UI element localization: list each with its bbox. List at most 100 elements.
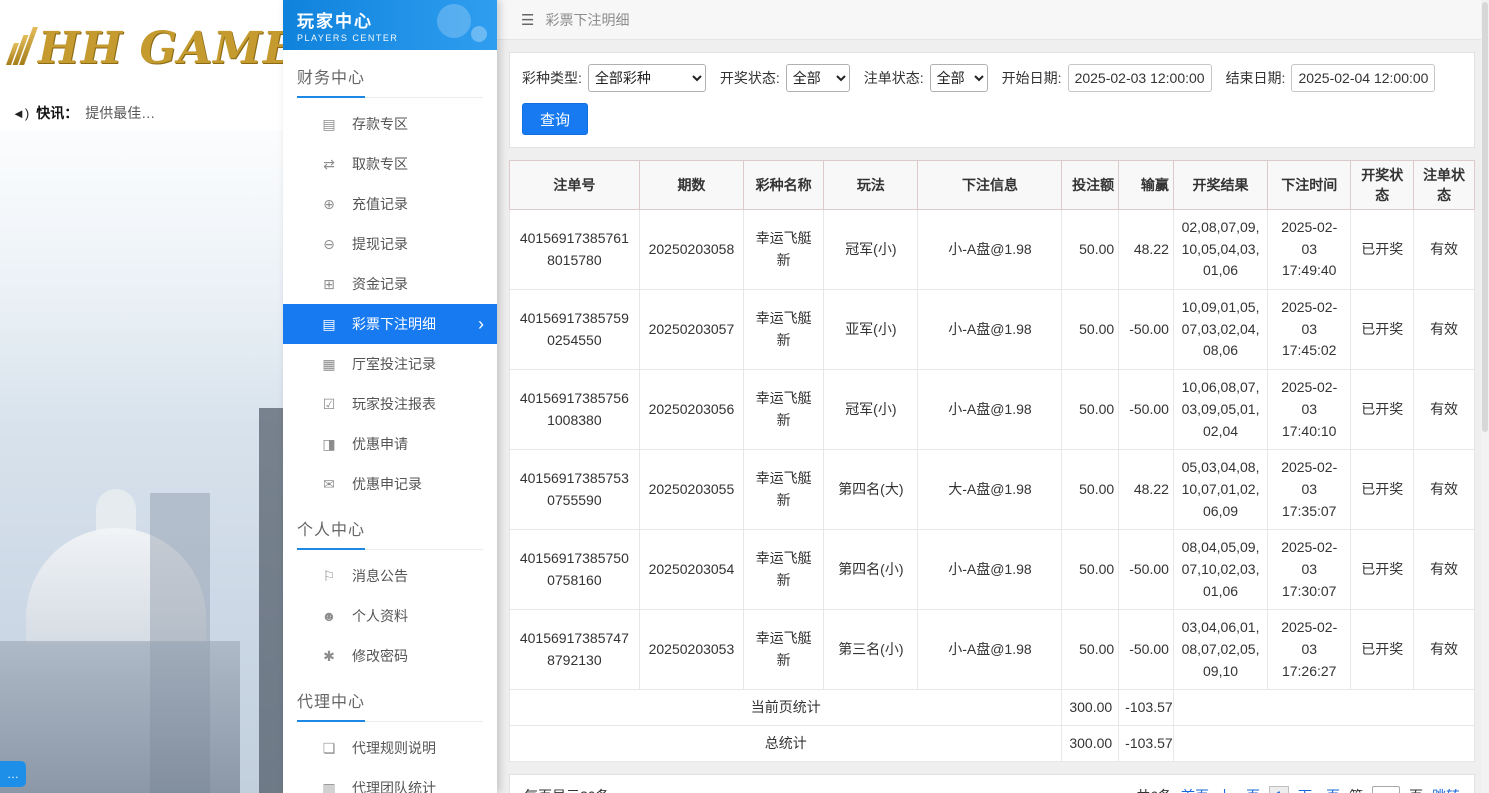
draw-status-label: 开奖状态:	[719, 70, 780, 86]
sidebar-item-label: 优惠申请	[352, 436, 408, 452]
scrollbar-thumb[interactable]	[1482, 2, 1488, 432]
withdraw-icon: ⇄	[323, 155, 335, 172]
table-cell: 50.00	[1061, 369, 1120, 451]
table-cell: 20250203057	[638, 289, 745, 371]
table-cell: 已开奖	[1350, 449, 1415, 531]
sidebar-item-agent-rules[interactable]: ❏ 代理规则说明	[283, 728, 497, 768]
table-cell: 亚军(小)	[823, 289, 919, 371]
sidebar-item-label: 个人资料	[352, 608, 408, 624]
per-page-text: 每页显示20条	[524, 786, 610, 793]
lottery-bet-detail-icon: ▤	[322, 315, 336, 332]
jump-button[interactable]: 跳转	[1432, 786, 1460, 793]
column-header: 下注时间	[1267, 160, 1352, 210]
first-page-link[interactable]: 首页	[1181, 786, 1209, 793]
ticker-label: 快讯：	[36, 105, 79, 121]
sidebar-item-player-bet-report[interactable]: ☑ 玩家投注报表	[283, 384, 497, 424]
start-date-label: 开始日期:	[1001, 70, 1062, 86]
table-row: 401569173857590254550 20250203057 幸运飞艇新 亚军(…	[509, 289, 1475, 371]
query-button[interactable]: 查询	[522, 103, 589, 135]
news-ticker: ◄) 快讯： 提供最佳…	[0, 96, 283, 130]
next-page-link[interactable]: 下一页	[1298, 786, 1340, 793]
sidebar-item-withdraw-zone[interactable]: ⇄ 取款专区	[283, 144, 497, 184]
table-row: 401569173857500758160 20250203054 幸运飞艇新 第四名…	[509, 529, 1475, 611]
table-cell: 小-A盘@1.98	[917, 529, 1063, 611]
chart-icon: ▥	[322, 779, 336, 793]
sidebar-item-hall-bet-records[interactable]: ▦ 厅室投注记录	[283, 344, 497, 384]
table-cell: 2025-02-03 17:40:10	[1267, 369, 1352, 451]
table-cell: 幸运飞艇新	[743, 369, 825, 451]
sidebar-item-funds-records[interactable]: ⊞ 资金记录	[283, 264, 497, 304]
sidebar-item-announcements[interactable]: ⚐ 消息公告	[283, 556, 497, 596]
table-cell: 05,03,04,08,10,07,01,02,06,09	[1172, 449, 1269, 531]
order-status-select[interactable]: 全部	[929, 64, 988, 92]
ticker-text: 提供最佳…	[85, 105, 156, 121]
promo-apply-record-icon: ✉	[323, 475, 335, 492]
table-cell: 第四名(小)	[823, 529, 919, 611]
table-cell: 48.22	[1118, 208, 1174, 291]
hall-bet-record-icon: ▦	[322, 355, 336, 372]
table-cell: 50.00	[1061, 529, 1120, 611]
summary-cell: 当前页统计	[508, 689, 1063, 727]
promo-apply-icon: ◨	[322, 435, 336, 452]
menu-toggle-icon[interactable]: ☰	[521, 11, 534, 29]
table-cell: 48.22	[1118, 449, 1174, 531]
draw-status-select[interactable]: 全部	[785, 64, 850, 92]
table-cell: 20250203055	[638, 449, 745, 531]
start-date-input[interactable]	[1067, 64, 1212, 92]
table-cell: 有效	[1413, 529, 1475, 611]
sidebar-item-deposit-zone[interactable]: ▤ 存款专区	[283, 104, 497, 144]
column-header: 投注额	[1061, 160, 1120, 210]
table-cell: 10,09,01,05,07,03,02,04,08,06	[1172, 289, 1269, 371]
site-background-pane: HH GAME ◄) 快讯： 提供最佳… …	[0, 0, 283, 793]
lottery-type-select[interactable]: 全部彩种	[587, 64, 706, 92]
user-icon: ☻	[321, 608, 337, 624]
jump-suffix-label: 页	[1409, 786, 1423, 793]
content-area: 彩种类型: 全部彩种 开奖状态: 全部 注单状态: 全部 开始日期: 2025-…	[497, 40, 1489, 793]
column-header: 输赢	[1118, 160, 1174, 210]
sidebar-item-withdrawal-records[interactable]: ⊖ 提现记录	[283, 224, 497, 264]
table-cell: 02,08,07,09,10,05,04,03,01,06	[1172, 208, 1269, 291]
table-cell: 有效	[1413, 369, 1475, 451]
table-cell: 幸运飞艇新	[743, 208, 825, 291]
sidebar-section-title: 财务中心	[297, 64, 483, 98]
table-cell: 401569173857478792130	[509, 609, 640, 691]
sidebar-item-label: 充值记录	[352, 196, 408, 212]
sidebar-item-label: 提现记录	[352, 236, 408, 252]
bell-icon: ⚐	[322, 567, 336, 584]
sidebar-header: 玩家中心 PLAYERS CENTER	[283, 0, 497, 50]
table-cell: 小-A盘@1.98	[917, 369, 1063, 451]
table-cell: 大-A盘@1.98	[917, 449, 1063, 531]
table-cell: -50.00	[1118, 289, 1174, 371]
column-header: 期数	[638, 160, 745, 210]
sidebar-item-profile[interactable]: ☻ 个人资料	[283, 596, 497, 636]
sidebar-item-label: 优惠申记录	[352, 476, 422, 492]
column-header: 开奖结果	[1172, 160, 1269, 210]
column-header: 开奖状态	[1350, 160, 1415, 210]
main-content: ☰ 彩票下注明细 彩种类型: 全部彩种 开奖状态: 全部 注单状态: 全部 开始…	[497, 0, 1489, 793]
table-cell: 2025-02-03 17:26:27	[1267, 609, 1352, 691]
current-page-button[interactable]: 1	[1269, 785, 1289, 793]
sidebar-item-promo-application-records[interactable]: ✉ 优惠申记录	[283, 464, 497, 504]
vertical-scrollbar[interactable]	[1481, 0, 1489, 793]
bets-table: 注单号 期数 彩种名称 玩法 下注信息 投注额 输赢 开奖结果 下注时间 开奖状态 注单状态 401…	[508, 160, 1476, 763]
end-date-input[interactable]	[1291, 64, 1436, 92]
sidebar-item-promo-application[interactable]: ◨ 优惠申请	[283, 424, 497, 464]
sidebar-item-recharge-records[interactable]: ⊕ 充值记录	[283, 184, 497, 224]
jump-page-input[interactable]	[1372, 785, 1400, 793]
table-cell: 50.00	[1061, 208, 1120, 291]
sidebar-item-agent-team-stats[interactable]: ▥ 代理团队统计	[283, 768, 497, 793]
chat-widget-icon[interactable]: …	[0, 761, 26, 787]
sidebar-item-label: 代理团队统计	[352, 780, 436, 793]
table-row: 401569173857530755590 20250203055 幸运飞艇新 第四名…	[509, 449, 1475, 531]
chevron-right-icon: ›	[478, 314, 484, 334]
sidebar-item-change-password[interactable]: ✱ 修改密码	[283, 636, 497, 676]
order-status-label: 注单状态:	[863, 70, 924, 86]
sidebar-item-label: 资金记录	[352, 276, 408, 292]
table-cell: 已开奖	[1350, 609, 1415, 691]
sidebar-item-label: 消息公告	[352, 568, 408, 584]
jump-prefix-label: 第	[1349, 786, 1363, 793]
prev-page-link[interactable]: 上一页	[1218, 786, 1260, 793]
summary-cell: 总统计	[508, 725, 1063, 763]
sidebar-item-lottery-bet-details[interactable]: ▤ 彩票下注明细 ›	[283, 304, 497, 344]
brand-logo[interactable]: HH GAME	[0, 0, 283, 96]
